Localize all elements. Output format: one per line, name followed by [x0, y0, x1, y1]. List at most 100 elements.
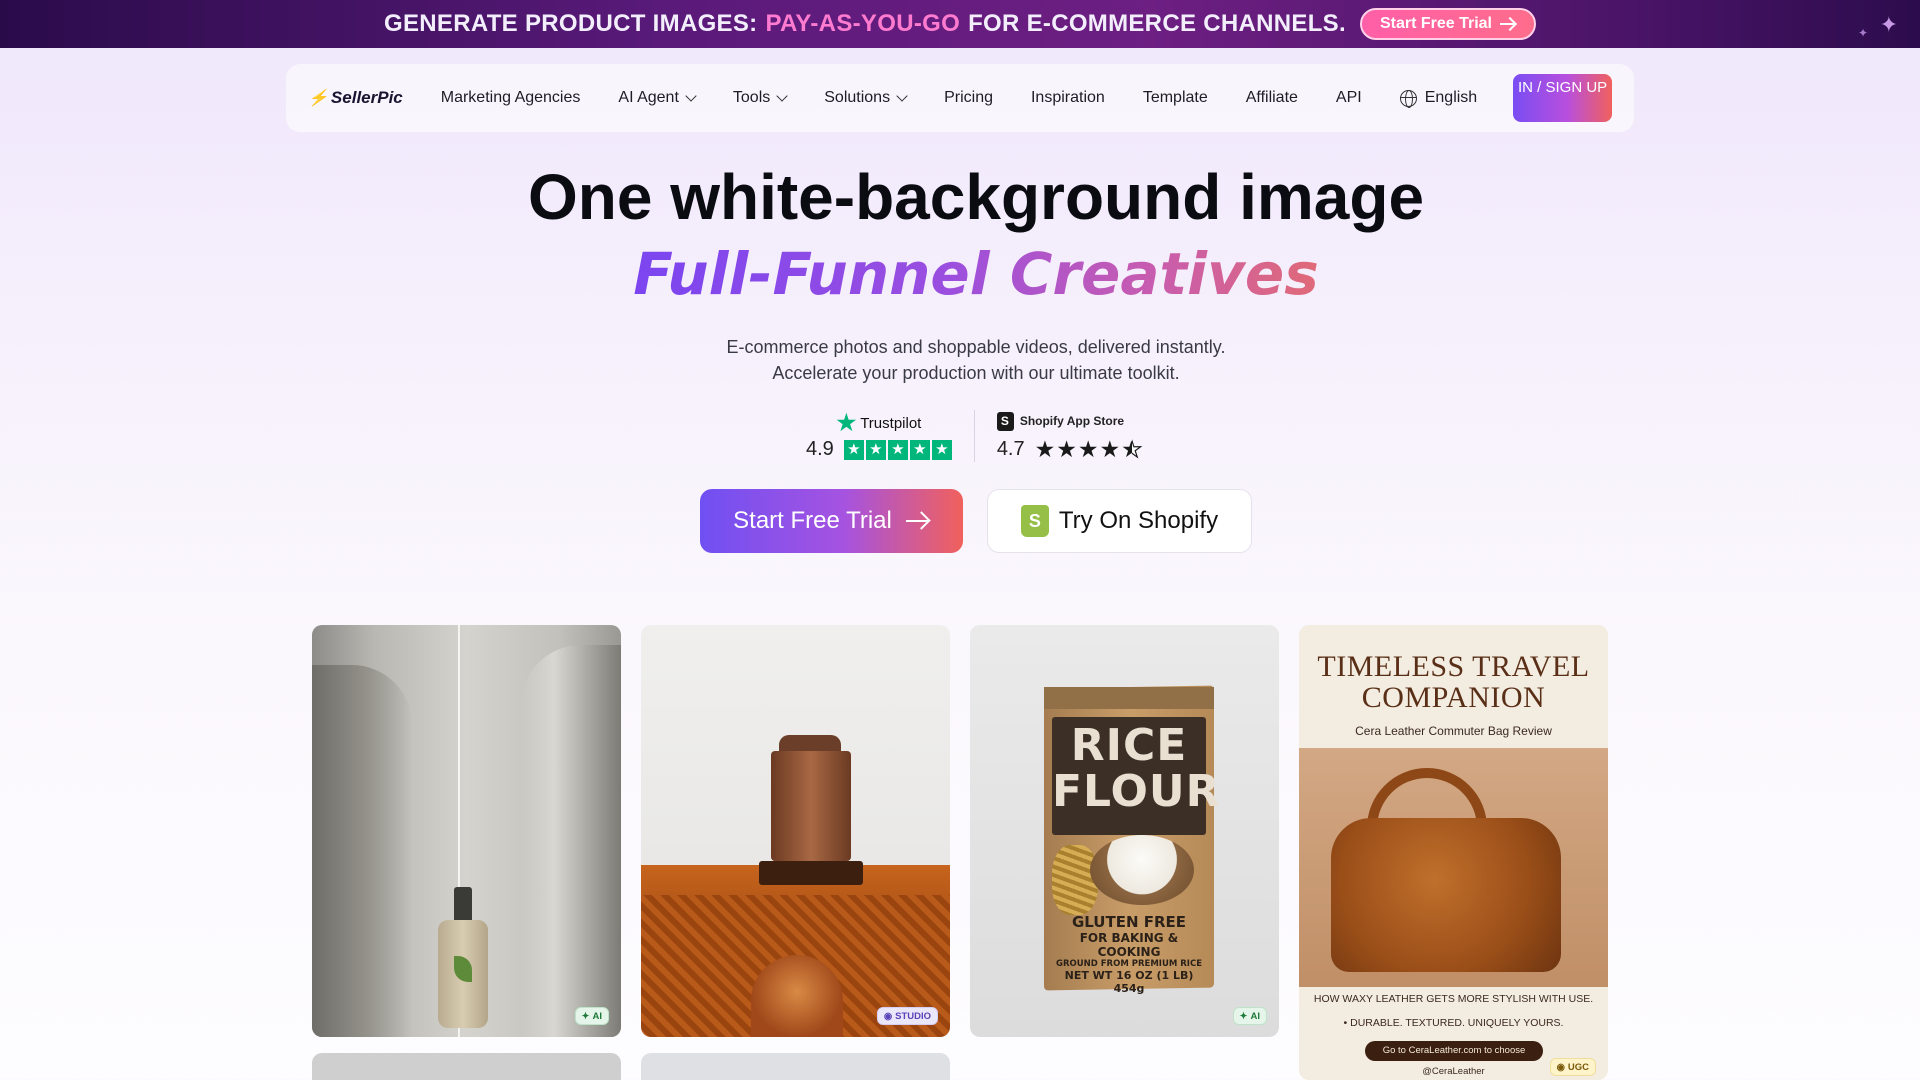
chevron-down-icon	[685, 90, 697, 102]
shopify-rating[interactable]: Shopify App Store 4.7 ★★★★★★	[996, 408, 1143, 463]
shopify-score: 4.7	[996, 438, 1025, 460]
hero-subtitle: Full-Funnel Creatives	[0, 240, 1920, 308]
hero-title: One white-background image	[527, 161, 1425, 233]
divider	[973, 409, 975, 462]
nav-item-label: Tools	[732, 89, 771, 106]
start-free-trial-label: Start Free Trial	[733, 507, 892, 534]
sparkle-icon: ✦	[581, 1010, 590, 1022]
flour-bowl	[1090, 835, 1194, 905]
badge-label: UGC	[1567, 1061, 1589, 1073]
shopify-bag-icon	[996, 411, 1014, 431]
flour-bag-line2: FOR BAKING & COOKING	[1079, 931, 1179, 959]
badge-label: AI	[1250, 1010, 1261, 1022]
flour-bag-title: RICE FLOUR	[1052, 720, 1221, 817]
studio-badge: ◉ STUDIO	[876, 1007, 938, 1025]
sparkle-icon: ✦	[1239, 1010, 1248, 1022]
star-icon: ★	[931, 439, 952, 460]
ai-badge: ✦ AI	[574, 1007, 609, 1025]
star-icon: ★	[865, 439, 886, 460]
logo[interactable]: ⚡ SellerPic	[308, 88, 403, 108]
leather-bag-image	[1331, 818, 1561, 972]
nav-item-label: Inspiration	[1030, 89, 1105, 106]
hero-desc-line2: Accelerate your production with our ulti…	[772, 363, 1180, 383]
rice-grains	[1052, 845, 1098, 915]
nav-item-affiliate[interactable]: Affiliate	[1246, 89, 1298, 107]
badge-label: AI	[592, 1010, 603, 1022]
hero-description: E-commerce photos and shoppable videos, …	[0, 334, 1920, 386]
sparkle-icon: ✦	[1879, 12, 1898, 37]
sign-in-label: IN / SIGN UP	[1518, 79, 1608, 96]
chevron-down-icon	[896, 90, 908, 102]
gallery-card-shampoo[interactable]: ✦ AI	[312, 625, 621, 1037]
flour-bag-line1: GLUTEN FREE	[1071, 913, 1187, 931]
leaf-icon	[454, 956, 472, 982]
logo-text: SellerPic	[330, 88, 403, 107]
promo-text-c: FOR E-COMMERCE CHANNELS.	[968, 10, 1346, 37]
hair-right-image	[521, 645, 621, 1037]
gallery-card-partial[interactable]	[312, 1053, 621, 1080]
nav-item-marketing-agencies[interactable]: Marketing Agencies	[441, 89, 581, 107]
language-label: English	[1424, 89, 1478, 106]
gallery-card-rice-flour[interactable]: RICE FLOUR GLUTEN FREE FOR BAKING & COOK…	[970, 625, 1279, 1037]
nav-item-label: Template	[1142, 89, 1208, 106]
badge-label: STUDIO	[895, 1010, 931, 1022]
half-star-icon: ★	[1121, 436, 1132, 463]
leather-card-title: TIMELESS TRAVEL COMPANION	[1317, 650, 1590, 714]
nav-item-inspiration[interactable]: Inspiration	[1031, 89, 1105, 107]
nav-item-solutions[interactable]: Solutions	[824, 89, 908, 107]
nav-item-label: Affiliate	[1245, 89, 1298, 106]
banner-cta-label: Start Free Trial	[1379, 15, 1492, 32]
ugc-badge: ◉ UGC	[1549, 1058, 1596, 1076]
star-icon: ★	[887, 439, 908, 460]
flour-bag-top	[1044, 687, 1214, 709]
star-icon: ★	[909, 439, 930, 460]
main-nav: ⚡ SellerPic Marketing Agencies AI Agent …	[286, 64, 1634, 132]
sign-in-button[interactable]: IN / SIGN UP	[1513, 74, 1612, 122]
half-star-outline-icon: ★	[1132, 436, 1143, 463]
shampoo-bottle-image	[438, 920, 488, 1028]
start-free-trial-button[interactable]: Start Free Trial	[700, 489, 963, 553]
leather-card-pill: Go to CeraLeather.com to choose	[1365, 1041, 1543, 1061]
nav-item-label: Pricing	[944, 89, 993, 106]
hero-subtitle-text: Full-Funnel Creatives	[633, 240, 1319, 308]
promo-text-highlight: PAY-AS-YOU-GO	[765, 10, 961, 37]
nav-item-pricing[interactable]: Pricing	[944, 89, 993, 107]
nav-item-template[interactable]: Template	[1143, 89, 1208, 107]
gallery-card-partial[interactable]	[641, 1053, 950, 1080]
promo-text: GENERATE PRODUCT IMAGES: PAY-AS-YOU-GO F…	[384, 10, 1346, 38]
bolt-icon: ⚡	[308, 90, 328, 107]
language-selector[interactable]: English	[1399, 89, 1478, 108]
trustpilot-stars: ★ ★ ★ ★ ★	[843, 439, 952, 460]
arrow-right-icon	[1499, 18, 1516, 30]
flour-bag-line3: GROUND FROM PREMIUM RICE	[1055, 959, 1203, 969]
gallery-card-perfume[interactable]: ◉ STUDIO	[641, 625, 950, 1037]
nav-item-api[interactable]: API	[1336, 89, 1362, 107]
camera-icon: ◉	[1556, 1061, 1565, 1073]
nav-item-ai-agent[interactable]: AI Agent	[618, 89, 697, 107]
medusa-emblem	[751, 955, 843, 1037]
banner-start-trial-button[interactable]: Start Free Trial	[1359, 8, 1536, 40]
shopify-stars: ★★★★★★	[1035, 436, 1143, 463]
try-on-shopify-button[interactable]: Try On Shopify	[987, 489, 1252, 553]
promo-banner: GENERATE PRODUCT IMAGES: PAY-AS-YOU-GO F…	[0, 0, 1920, 48]
ai-badge: ✦ AI	[1232, 1007, 1267, 1025]
star-icon: ★	[843, 439, 864, 460]
arrow-right-icon	[905, 513, 930, 529]
camera-icon: ◉	[883, 1010, 893, 1022]
sparkle-icon: ✦	[1857, 26, 1868, 40]
flour-bag-text: GLUTEN FREE FOR BAKING & COOKING GROUND …	[1052, 913, 1206, 995]
bottle-pump	[454, 887, 472, 923]
leather-card-note1: HOW WAXY LEATHER GETS MORE STYLISH WITH …	[1313, 993, 1594, 1005]
nav-items: Marketing Agencies AI Agent Tools Soluti…	[441, 89, 1400, 107]
trustpilot-name: Trustpilot	[860, 414, 922, 432]
leather-card-note2: • DURABLE. TEXTURED. UNIQUELY YOURS.	[1343, 1017, 1564, 1029]
nav-item-tools[interactable]: Tools	[732, 89, 788, 107]
shopify-app-store-logo: Shopify App Store	[996, 408, 1143, 434]
gallery-card-leather-bag[interactable]: TIMELESS TRAVEL COMPANION Cera Leather C…	[1299, 625, 1608, 1080]
nav-item-label: AI Agent	[618, 89, 679, 106]
trustpilot-rating[interactable]: ★ Trustpilot 4.9 ★ ★ ★ ★ ★	[806, 410, 952, 461]
ratings: ★ Trustpilot 4.9 ★ ★ ★ ★ ★ Shopify App S…	[806, 408, 1143, 463]
perfume-collar	[759, 861, 863, 885]
nav-item-label: Marketing Agencies	[440, 89, 581, 106]
trustpilot-star-icon: ★	[836, 410, 857, 435]
